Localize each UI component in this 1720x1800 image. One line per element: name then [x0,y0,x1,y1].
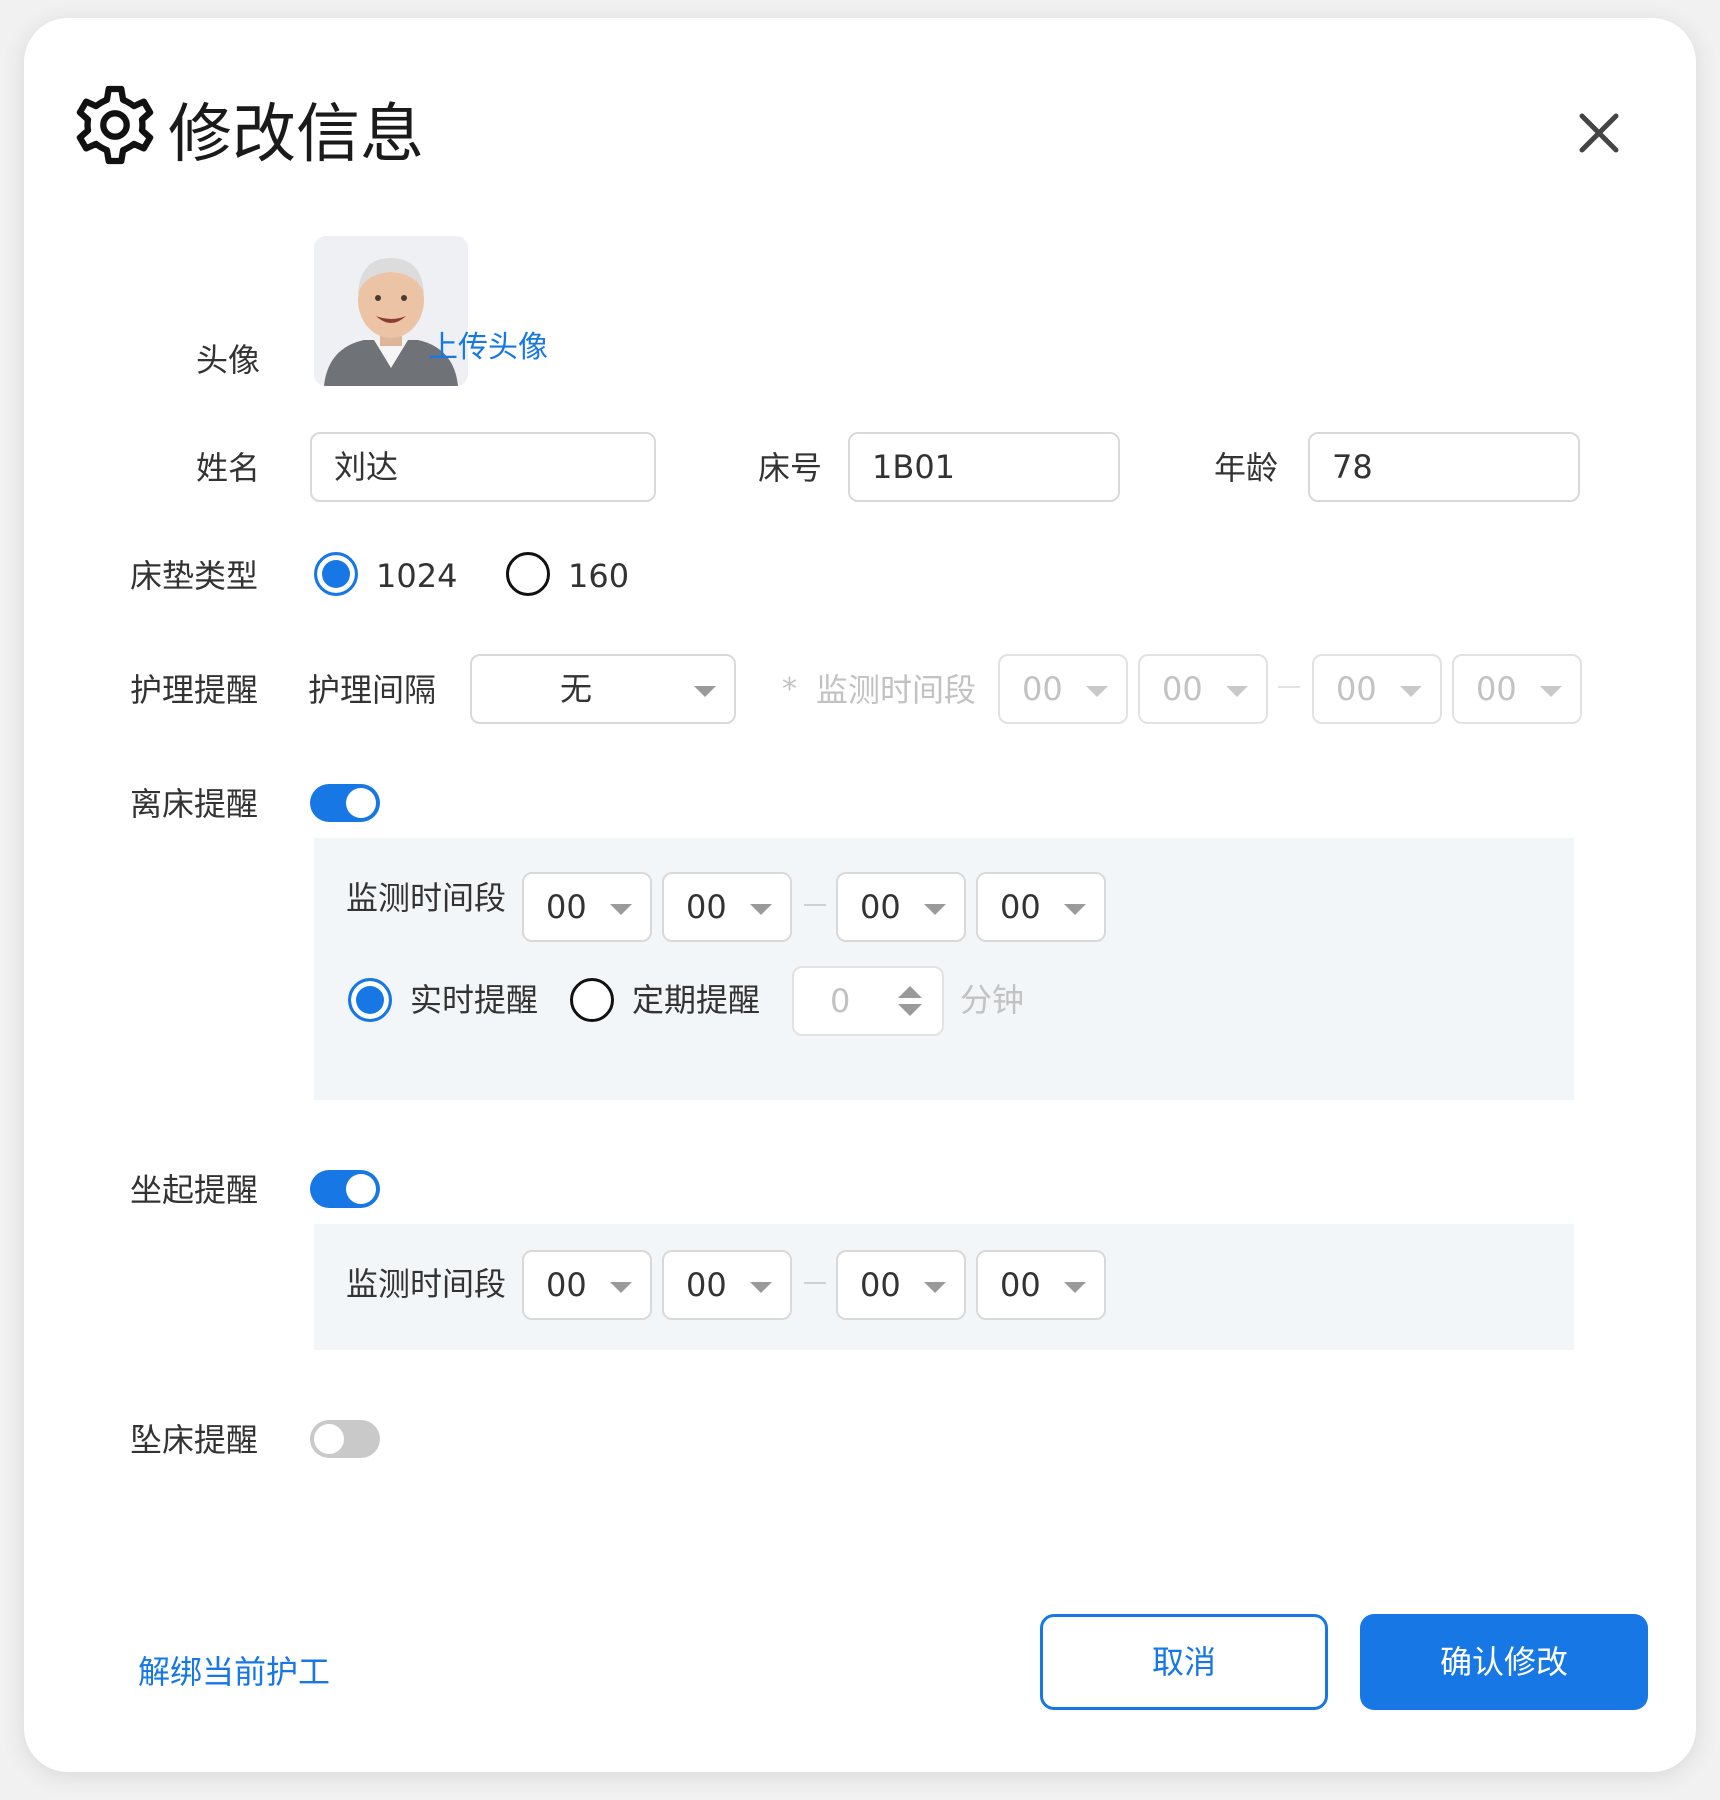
minutes-unit-label: 分钟 [960,981,1025,1019]
upload-avatar-link[interactable]: 上传头像 [428,326,548,370]
sit-start-minute-select[interactable]: 00 [662,1250,792,1320]
mattress-160-radio[interactable] [506,552,550,596]
sit-up-panel: 监测时间段 00 00 00 00 [314,1224,1574,1350]
bed-label: 床号 [758,449,823,487]
leave-end-minute-select[interactable]: 00 [976,872,1106,942]
chevron-down-icon [610,1282,632,1293]
care-end-hour-select: 00 [1312,654,1442,724]
leave-bed-period-label: 监测时间段 [346,879,507,917]
leave-end-hour-value: 00 [860,888,901,926]
minutes-stepper: 0 [792,966,944,1036]
required-mark: * [782,672,797,707]
gear-icon [76,85,154,165]
time-range-separator [1278,686,1300,688]
realtime-reminder-label: 实时提醒 [410,981,539,1019]
care-interval-label: 护理间隔 [308,671,437,709]
sit-end-minute-value: 00 [1000,1266,1041,1304]
name-field[interactable]: 刘达 [310,432,656,502]
leave-start-minute-value: 00 [686,888,727,926]
name-label: 姓名 [196,449,261,487]
care-reminder-label: 护理提醒 [130,671,259,709]
care-interval-value: 无 [560,670,593,708]
leave-start-minute-select[interactable]: 00 [662,872,792,942]
mattress-type-label: 床垫类型 [130,557,259,595]
sit-start-hour-select[interactable]: 00 [522,1250,652,1320]
time-range-separator [804,1282,826,1284]
care-end-minute-value: 00 [1476,670,1517,708]
mattress-160-label: 160 [568,557,630,595]
stepper-arrows-icon [898,986,922,1016]
bed-number-field[interactable]: 1B01 [848,432,1120,502]
confirm-button[interactable]: 确认修改 [1360,1614,1648,1710]
chevron-down-icon [924,1282,946,1293]
leave-end-hour-select[interactable]: 00 [836,872,966,942]
toggle-knob [314,1424,344,1454]
sit-start-hour-value: 00 [546,1266,587,1304]
care-start-minute-select: 00 [1138,654,1268,724]
care-end-minute-select: 00 [1452,654,1582,724]
care-start-hour-value: 00 [1022,670,1063,708]
dialog-title: 修改信息 [168,98,424,172]
chevron-down-icon [1400,686,1422,697]
care-end-hour-value: 00 [1336,670,1377,708]
chevron-down-icon [610,904,632,915]
mattress-1024-label: 1024 [376,557,458,595]
periodic-reminder-label: 定期提醒 [632,981,761,1019]
leave-bed-panel: 监测时间段 00 00 00 00 实时提醒 定期提醒 0 分钟 [314,838,1574,1100]
fall-bed-label: 坠床提醒 [130,1421,259,1459]
sit-up-period-label: 监测时间段 [346,1265,507,1303]
care-period-label: 监测时间段 [816,671,977,709]
chevron-down-icon [694,686,716,697]
realtime-reminder-radio[interactable] [348,978,392,1022]
chevron-down-icon [1086,686,1108,697]
toggle-knob [346,1174,376,1204]
leave-start-hour-value: 00 [546,888,587,926]
sit-end-minute-select[interactable]: 00 [976,1250,1106,1320]
leave-end-minute-value: 00 [1000,888,1041,926]
leave-bed-toggle[interactable] [310,784,380,822]
chevron-down-icon [924,904,946,915]
sit-up-label: 坐起提醒 [130,1171,259,1209]
avatar-label: 头像 [196,341,261,379]
toggle-knob [346,788,376,818]
care-start-hour-select: 00 [998,654,1128,724]
sit-end-hour-value: 00 [860,1266,901,1304]
leave-start-hour-select[interactable]: 00 [522,872,652,942]
chevron-down-icon [750,1282,772,1293]
sit-up-toggle[interactable] [310,1170,380,1208]
chevron-down-icon [1540,686,1562,697]
minutes-value: 0 [830,982,851,1020]
unbind-caregiver-link[interactable]: 解绑当前护工 [138,1650,330,1694]
cancel-button[interactable]: 取消 [1040,1614,1328,1710]
chevron-down-icon [1064,904,1086,915]
chevron-down-icon [1064,1282,1086,1293]
close-icon[interactable] [1564,98,1634,168]
care-start-minute-value: 00 [1162,670,1203,708]
chevron-down-icon [750,904,772,915]
periodic-reminder-radio[interactable] [570,978,614,1022]
care-interval-select[interactable]: 无 [470,654,736,724]
age-label: 年龄 [1214,449,1279,487]
edit-info-dialog: 修改信息 头像 上传头像 姓名 刘达 床号 1B01 年龄 78 床垫类型 10… [24,18,1696,1772]
leave-bed-label: 离床提醒 [130,785,259,823]
sit-start-minute-value: 00 [686,1266,727,1304]
mattress-1024-radio[interactable] [314,552,358,596]
chevron-down-icon [1226,686,1248,697]
time-range-separator [804,904,826,906]
age-field[interactable]: 78 [1308,432,1580,502]
sit-end-hour-select[interactable]: 00 [836,1250,966,1320]
fall-bed-toggle[interactable] [310,1420,380,1458]
